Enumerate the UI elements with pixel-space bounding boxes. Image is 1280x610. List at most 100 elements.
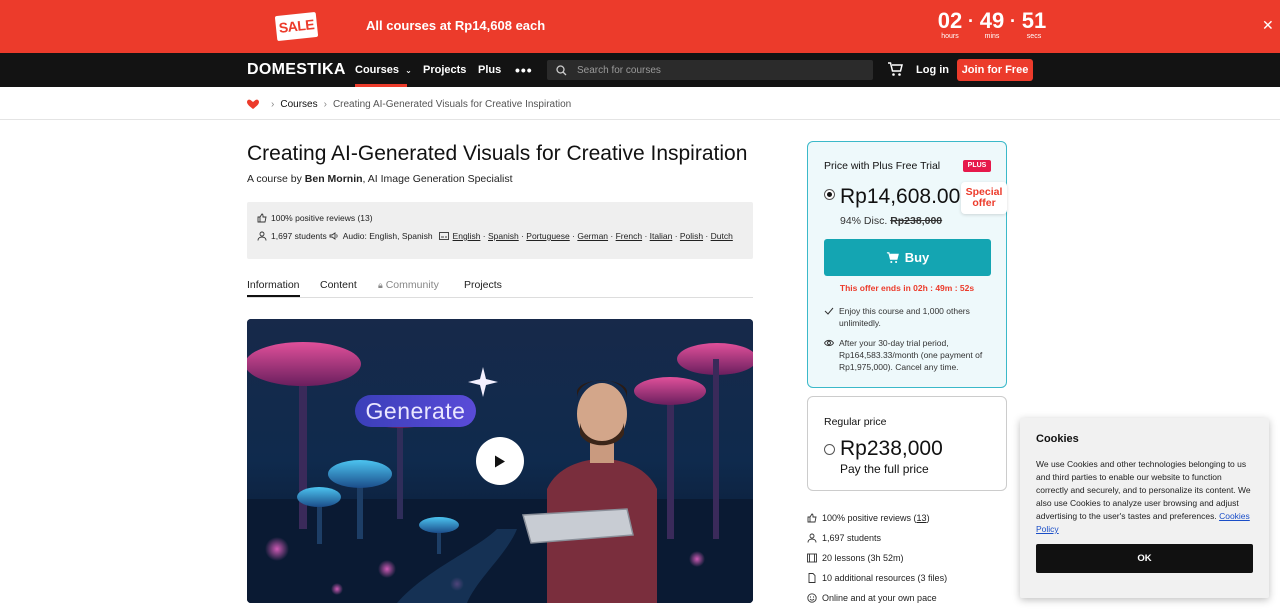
- cookie-text: We use Cookies and other technologies be…: [1036, 458, 1256, 536]
- play-button[interactable]: [476, 437, 524, 485]
- plus-badge: PLUS: [963, 160, 991, 172]
- regular-card-title: Regular price: [824, 416, 887, 428]
- search-bar[interactable]: [547, 60, 873, 80]
- cart-icon[interactable]: [887, 62, 903, 77]
- breadcrumb: › Courses › Creating AI-Generated Visual…: [247, 97, 571, 111]
- subtitle-language[interactable]: German: [577, 231, 608, 241]
- countdown-secs: 51 secs: [1019, 10, 1049, 41]
- nav-courses-label: Courses: [355, 64, 400, 76]
- more-menu-icon[interactable]: •••: [515, 62, 533, 78]
- countdown-secs-value: 51: [1021, 8, 1047, 33]
- reviews-text: 100% positive reviews (13): [271, 213, 373, 223]
- countdown-separator: ·: [1010, 11, 1016, 31]
- course-stats-box: 100% positive reviews (13) 1,697 student…: [247, 202, 753, 259]
- regular-price-radio[interactable]: [824, 444, 835, 455]
- nav-courses[interactable]: Courses ⌄: [355, 64, 412, 76]
- course-title: Creating AI-Generated Visuals for Creati…: [247, 142, 748, 165]
- reviews-count-link[interactable]: 13: [917, 513, 927, 523]
- chevron-right-icon: ›: [323, 98, 327, 110]
- discount-line: 94% Disc. Rp238,000: [840, 215, 942, 227]
- login-link[interactable]: Log in: [916, 64, 949, 76]
- special-offer-badge: Special offer: [961, 182, 1007, 214]
- breadcrumb-current: Creating AI-Generated Visuals for Creati…: [332, 98, 572, 110]
- side-resources-text: 10 additional resources (3 files): [822, 573, 948, 583]
- countdown-timer: 02 hours · 49 mins · 51 secs: [935, 10, 1049, 41]
- cookie-ok-button[interactable]: OK: [1036, 544, 1253, 573]
- breadcrumb-courses[interactable]: Courses: [280, 99, 317, 110]
- countdown-secs-label: secs: [1026, 33, 1042, 40]
- search-icon: [556, 65, 567, 76]
- old-price: Rp238,000: [890, 215, 943, 227]
- perk-trial-text: After your 30-day trial period, Rp164,58…: [839, 338, 983, 372]
- subtitle-language[interactable]: French: [616, 231, 642, 241]
- film-icon: [807, 553, 817, 563]
- lock-icon: 🔒︎: [378, 280, 383, 290]
- video-overlay-label: Generate: [355, 395, 476, 427]
- subtitle-language[interactable]: Italian: [650, 231, 673, 241]
- side-pace: Online and at your own pace: [807, 593, 937, 603]
- file-icon: [808, 573, 816, 583]
- nav-active-indicator: [355, 84, 407, 87]
- thumbs-up-icon: [257, 213, 267, 223]
- domestika-logo[interactable]: DOMESTIKA: [247, 61, 346, 79]
- tab-content[interactable]: Content: [320, 279, 357, 291]
- cookie-title: Cookies: [1036, 433, 1079, 445]
- buy-button[interactable]: Buy: [824, 239, 991, 276]
- audio-icon: [329, 232, 338, 240]
- course-video[interactable]: Generate: [247, 319, 753, 603]
- plus-price-card: Price with Plus Free Trial PLUS Rp14,608…: [807, 141, 1007, 388]
- tab-projects[interactable]: Projects: [464, 279, 502, 291]
- perk-unlimited-text: Enjoy this course and 1,000 others unlim…: [839, 306, 970, 328]
- play-icon: [495, 455, 505, 467]
- subtitle-language[interactable]: Polish: [680, 231, 703, 241]
- course-by-prefix: A course by: [247, 173, 305, 185]
- author-link[interactable]: Ben Mornin: [305, 173, 363, 185]
- side-reviews: 100% positive reviews (13): [807, 513, 930, 523]
- sale-badge: SALE: [274, 11, 319, 42]
- nav-projects[interactable]: Projects: [423, 64, 466, 76]
- chevron-down-icon: ⌄: [405, 66, 412, 75]
- user-icon: [257, 231, 267, 241]
- countdown-hours: 02 hours: [935, 10, 965, 41]
- subtitle-language[interactable]: Portuguese: [526, 231, 569, 241]
- countdown-hours-value: 02: [937, 8, 963, 33]
- audio-text: Audio: English, Spanish: [342, 231, 433, 241]
- home-heart-icon[interactable]: [247, 99, 259, 110]
- close-icon[interactable]: ✕: [1262, 18, 1274, 32]
- promo-banner: SALE All courses at Rp14,608 each 02 hou…: [0, 0, 1280, 53]
- nav-plus[interactable]: Plus: [478, 64, 501, 76]
- author-title: , AI Image Generation Specialist: [362, 173, 513, 185]
- plus-price: Rp14,608.00: [840, 185, 961, 208]
- subtitle-language[interactable]: Spanish: [488, 231, 519, 241]
- side-reviews-suffix: ): [926, 513, 930, 523]
- tab-community-label: Community: [385, 279, 439, 291]
- subtitles-icon: [438, 232, 449, 240]
- side-lessons-text: 20 lessons (3h 52m): [822, 553, 904, 563]
- countdown-separator: ·: [968, 11, 974, 31]
- tab-information[interactable]: Information: [247, 279, 300, 297]
- course-tabs: Information Content 🔒︎ Community Project…: [247, 279, 753, 298]
- side-pace-text: Online and at your own pace: [822, 593, 937, 603]
- countdown-mins: 49 mins: [977, 10, 1007, 41]
- smile-icon: [807, 593, 817, 603]
- side-students-text: 1,697 students: [822, 533, 882, 543]
- divider: [0, 119, 1280, 120]
- side-reviews-prefix: 100% positive reviews (: [822, 513, 917, 523]
- chevron-right-icon: ›: [271, 98, 275, 110]
- subtitle-language[interactable]: Dutch: [711, 231, 733, 241]
- subtitle-language[interactable]: English: [453, 231, 481, 241]
- regular-price: Rp238,000: [840, 437, 943, 460]
- join-free-button[interactable]: Join for Free: [957, 59, 1033, 81]
- countdown-hours-label: hours: [941, 33, 959, 40]
- offer-ends-text: This offer ends in 02h : 49m : 52s: [839, 283, 975, 293]
- side-lessons: 20 lessons (3h 52m): [807, 553, 904, 563]
- search-input[interactable]: [577, 60, 867, 80]
- countdown-mins-value: 49: [979, 8, 1005, 33]
- user-icon: [807, 533, 817, 543]
- students-languages-stat: 1,697 students Audio: English, Spanish E…: [257, 231, 733, 241]
- side-students: 1,697 students: [807, 533, 881, 543]
- cart-icon: [886, 251, 899, 263]
- plus-price-radio[interactable]: [824, 189, 835, 200]
- students-text: 1,697 students: [271, 231, 327, 241]
- tab-community[interactable]: 🔒︎ Community: [378, 279, 439, 291]
